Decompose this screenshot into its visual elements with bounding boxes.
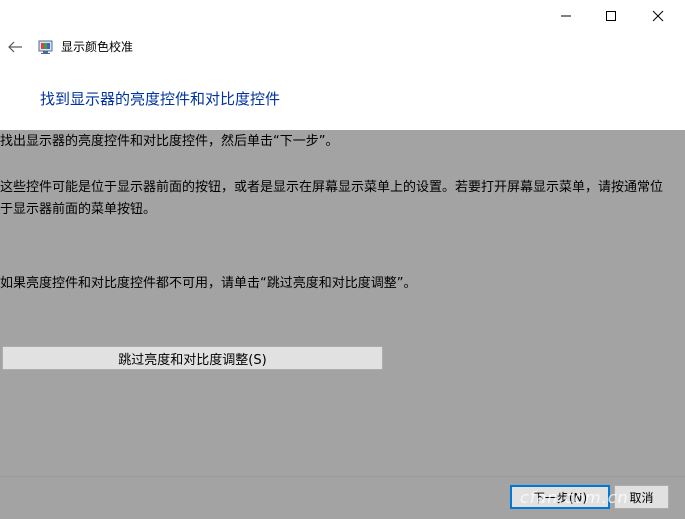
watermark: cfan.com.cn [520,488,629,507]
skip-hint-text: 如果亮度控件和对比度控件都不可用，请单击“跳过亮度和对比度调整”。 [0,276,417,291]
close-icon [652,10,664,22]
minimize-button[interactable] [543,0,589,32]
calibration-window: 显示颜色校准 找到显示器的亮度控件和对比度控件 找出显示器的亮度控件和对比度控件… [0,0,685,519]
back-arrow-icon [8,41,22,53]
skip-brightness-contrast-button[interactable]: 跳过亮度和对比度调整(S) [2,346,383,370]
display-color-calibration-icon [38,39,54,55]
page-title: 找到显示器的亮度控件和对比度控件 [40,90,281,108]
close-button[interactable] [635,0,681,32]
instruction-text: 找出显示器的亮度控件和对比度控件，然后单击“下一步”。 [0,134,339,149]
footer-divider [0,476,685,477]
back-button[interactable] [6,40,24,54]
maximize-button[interactable] [588,0,634,32]
app-title: 显示颜色校准 [61,40,134,54]
explanation-text: 这些控件可能是位于显示器前面的按钮，或者是显示在屏幕显示菜单上的设置。若要打开屏… [0,180,664,217]
wizard-content: 找出显示器的亮度控件和对比度控件，然后单击“下一步”。 这些控件可能是位于显示器… [0,130,685,519]
maximize-icon [606,11,616,21]
title-bar [0,0,685,32]
minimize-icon [561,15,571,17]
